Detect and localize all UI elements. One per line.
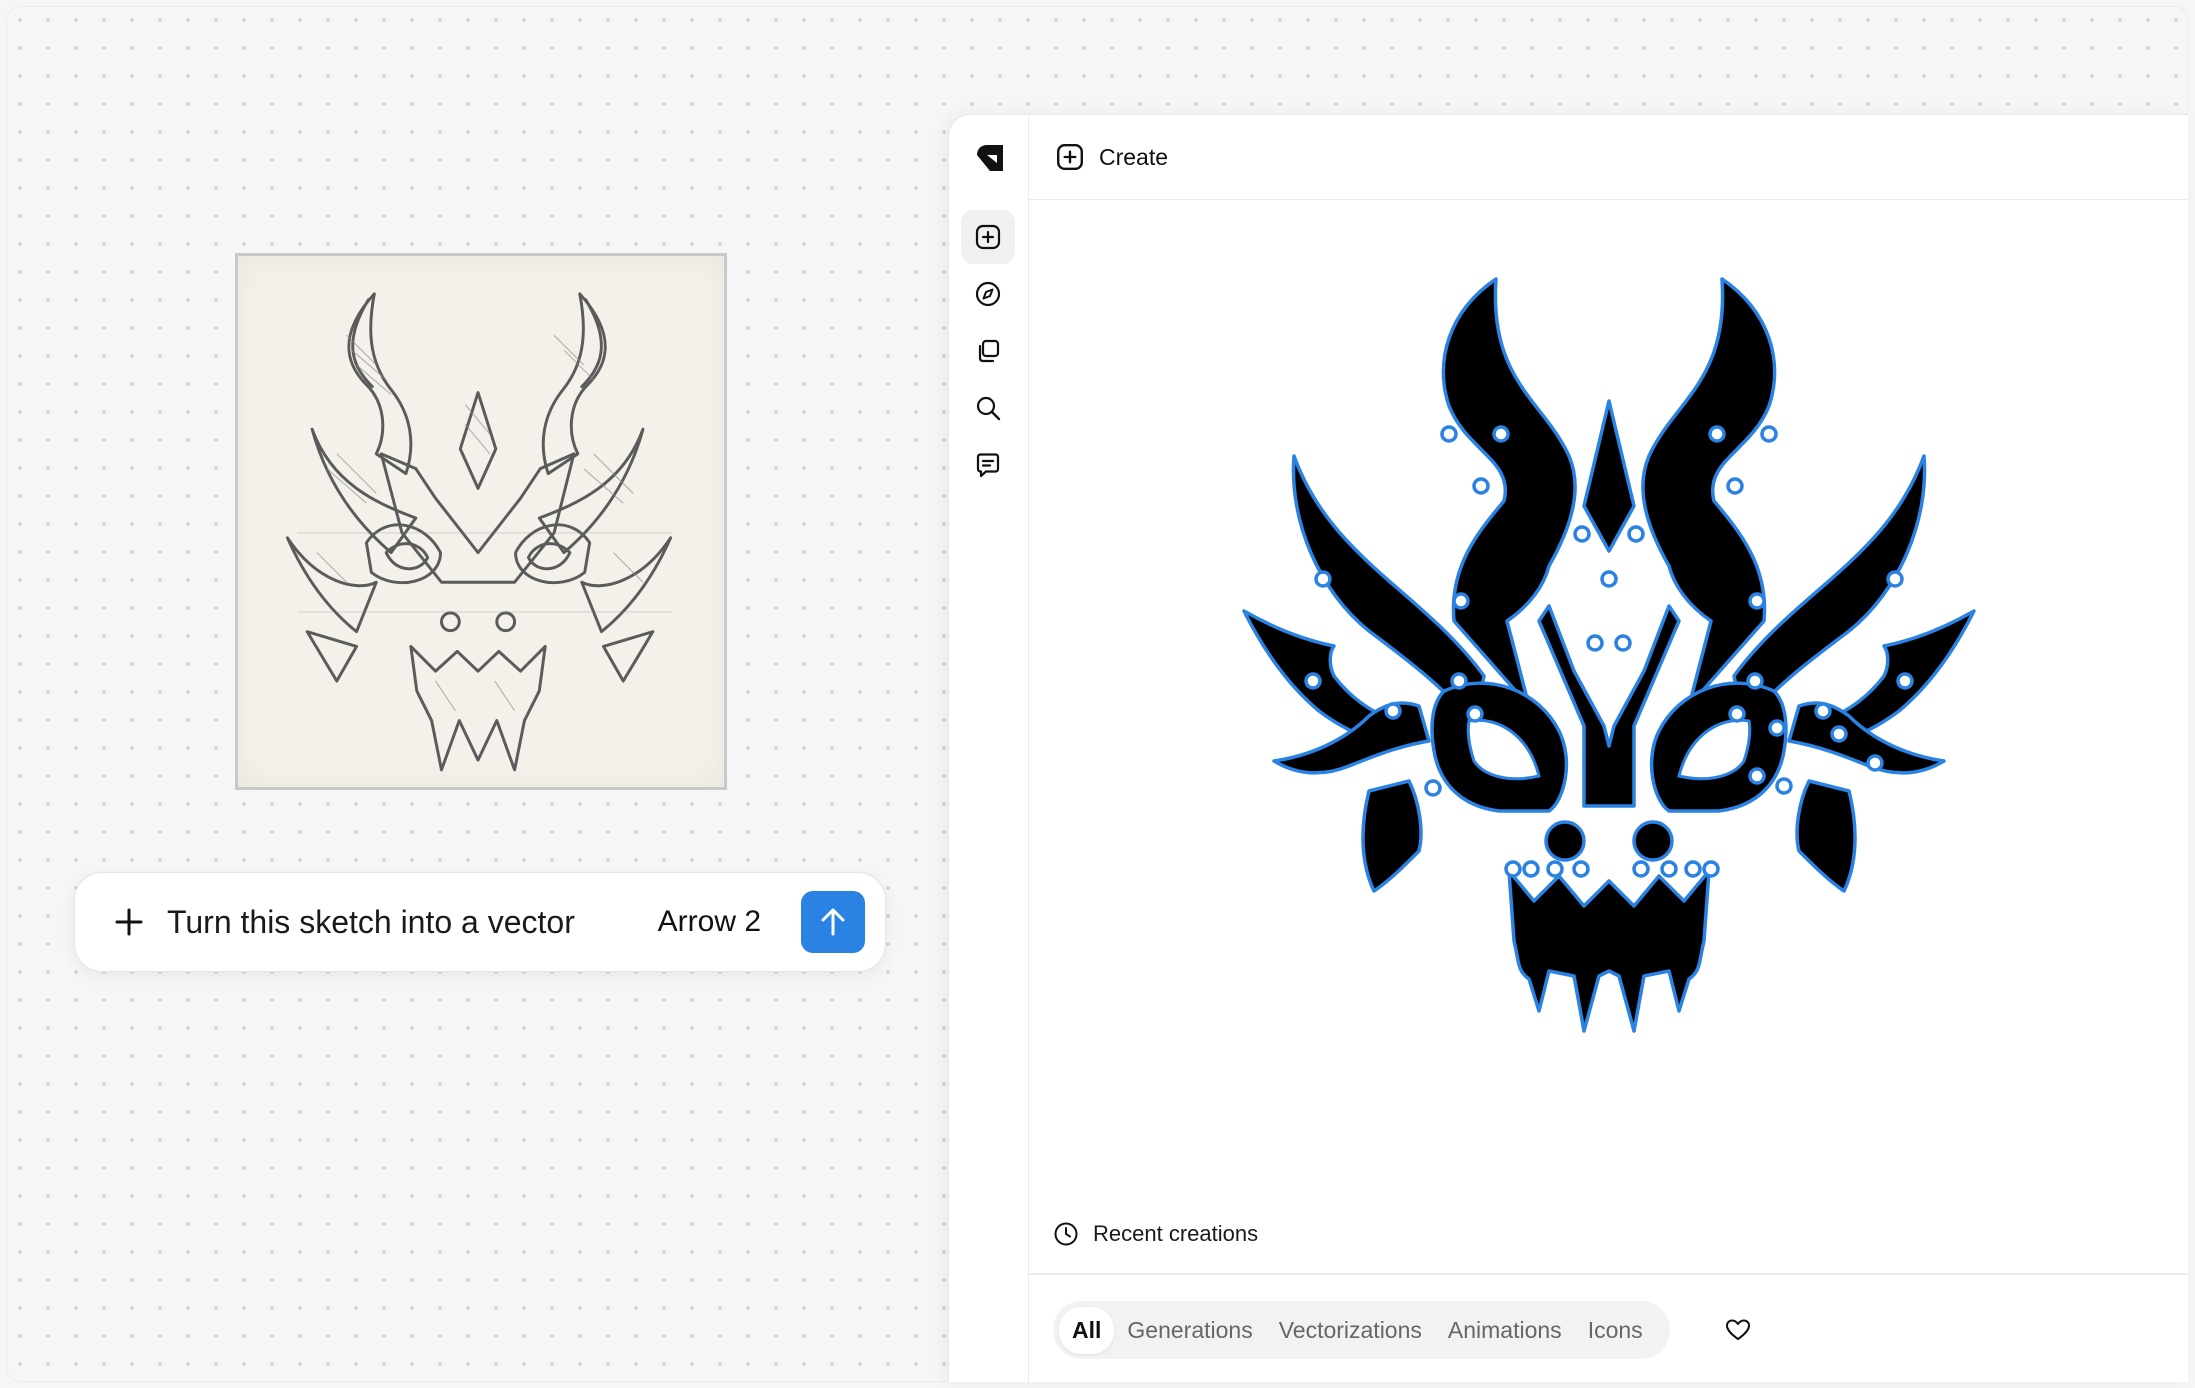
send-button[interactable] — [801, 891, 865, 953]
app-logo-icon[interactable] — [973, 141, 1007, 175]
heart-icon — [1726, 1319, 1750, 1340]
recent-creations-header: Recent creations — [1053, 1221, 1258, 1247]
rail-create-button[interactable] — [961, 210, 1015, 264]
compass-icon — [975, 281, 1001, 307]
clock-icon — [1054, 1222, 1078, 1246]
panel-header: Create — [1029, 115, 2188, 200]
copy-icon — [978, 339, 1000, 363]
rail-search-button[interactable] — [961, 381, 1015, 435]
message-icon — [976, 453, 1000, 478]
rail-explore-button[interactable] — [961, 267, 1015, 321]
plus-square-icon[interactable] — [1055, 142, 1085, 172]
filter-tab-animations[interactable]: Animations — [1435, 1307, 1575, 1354]
filter-tab-generations[interactable]: Generations — [1114, 1307, 1265, 1354]
model-selector[interactable]: Arrow 2 — [658, 905, 761, 939]
plus-icon[interactable] — [107, 900, 151, 944]
pencil-sketch — [285, 292, 673, 772]
app-panel: Create Recent creations All Generations … — [948, 114, 2188, 1382]
rail-chat-button[interactable] — [961, 438, 1015, 492]
recent-creations-title: Recent creations — [1093, 1221, 1259, 1246]
page-title: Create — [1099, 143, 1169, 170]
filter-tab-icons[interactable]: Icons — [1575, 1307, 1656, 1354]
prompt-bar: Turn this sketch into a vector Arrow 2 — [74, 872, 886, 972]
favorites-button[interactable] — [1719, 1311, 1757, 1349]
arrow-up-icon — [821, 908, 845, 936]
prompt-input[interactable]: Turn this sketch into a vector — [167, 904, 658, 941]
filter-tab-all[interactable]: All — [1059, 1306, 1115, 1354]
divider — [1029, 1273, 2188, 1275]
filter-tabs: All Generations Vectorizations Animation… — [1053, 1301, 1670, 1359]
sketch-image[interactable] — [235, 253, 727, 790]
vector-dragon-mask — [1242, 277, 1976, 1033]
vector-preview[interactable] — [1029, 201, 2188, 1231]
search-icon — [976, 396, 1001, 421]
filter-tab-vectorizations[interactable]: Vectorizations — [1266, 1307, 1435, 1354]
side-rail — [949, 115, 1029, 1382]
rail-library-button[interactable] — [961, 324, 1015, 378]
plus-square-icon — [975, 224, 1001, 250]
